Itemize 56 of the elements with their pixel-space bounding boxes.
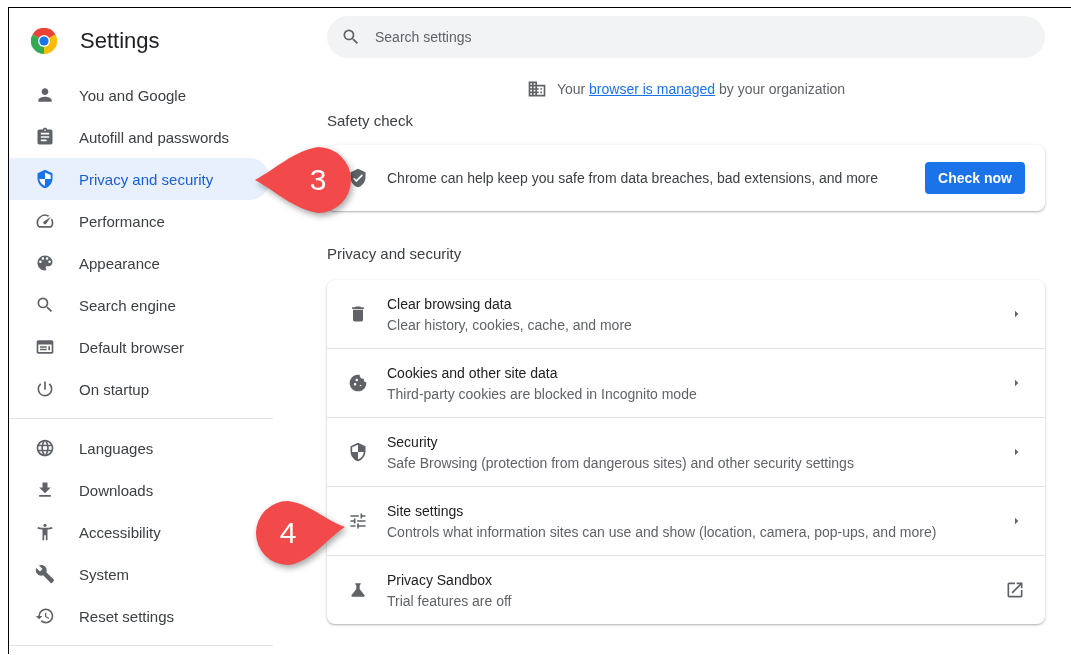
- sidebar-item[interactable]: Languages: [9, 427, 170, 469]
- step-callout: 4: [255, 500, 347, 566]
- check-now-button[interactable]: Check now: [925, 162, 1025, 194]
- managed-notice: Your browser is managed by your organization: [556, 81, 846, 97]
- building-icon: [526, 79, 547, 99]
- page-title: Settings: [80, 28, 160, 54]
- search-icon: [35, 295, 55, 315]
- history-icon: [35, 606, 55, 626]
- flask-icon: [348, 580, 368, 600]
- sliders-icon: [348, 511, 368, 531]
- sidebar-item[interactable]: Reset settings: [9, 595, 191, 637]
- wrench-icon: [35, 564, 55, 584]
- globe-icon: [35, 438, 55, 458]
- row-title: Site settings: [387, 502, 465, 519]
- settings-row[interactable]: Privacy Sandbox Trial features are off: [327, 555, 1045, 624]
- sidebar-item[interactable]: Search engine: [9, 284, 192, 326]
- gauge-icon: [35, 211, 55, 231]
- settings-row[interactable]: Security Safe Browsing (protection from dangerous sites) and other security settings: [327, 417, 1045, 486]
- section-title: Privacy and security: [327, 245, 463, 262]
- shield-icon: [348, 442, 368, 462]
- browser-window-icon: [35, 337, 55, 357]
- sidebar-item[interactable]: Default browser: [9, 326, 201, 368]
- search-icon: [341, 27, 361, 47]
- search-field[interactable]: Search settings: [327, 16, 1045, 58]
- external-link-icon: [1005, 580, 1025, 600]
- managed-link[interactable]: browser is managed: [589, 81, 716, 97]
- row-title: Cookies and other site data: [387, 364, 559, 381]
- accessibility-icon: [35, 522, 55, 542]
- shield-check-icon: [348, 168, 368, 188]
- row-title: Clear browsing data: [387, 295, 513, 312]
- row-subtitle: Safe Browsing (protection from dangerous sites) and other security settings: [387, 454, 855, 471]
- row-subtitle: Controls what information sites can use and show (location, camera, pop-ups, and more): [387, 523, 938, 540]
- section-title: Safety check: [327, 112, 414, 129]
- row-subtitle: Trial features are off: [387, 592, 513, 609]
- sidebar-item[interactable]: Autofill and passwords: [9, 116, 246, 158]
- settings-row[interactable]: Clear browsing data Clear history, cookies, cache, and more: [327, 280, 1045, 348]
- sidebar-item[interactable]: On startup: [9, 368, 166, 410]
- shield-icon: [35, 169, 55, 189]
- sidebar-item[interactable]: Privacy and security: [9, 158, 270, 200]
- row-subtitle: Third-party cookies are blocked in Incognito mode: [387, 385, 698, 402]
- sidebar-item[interactable]: Appearance: [9, 242, 176, 284]
- sidebar-item[interactable]: Performance: [9, 200, 181, 242]
- palette-icon: [35, 253, 55, 273]
- chrome-logo: [31, 28, 57, 54]
- sidebar-item[interactable]: You and Google: [9, 74, 203, 116]
- settings-row[interactable]: Cookies and other site data Third-party cookies are blocked in Incognito mode: [327, 348, 1045, 417]
- row-title: Privacy Sandbox: [387, 571, 494, 588]
- power-icon: [35, 379, 55, 399]
- sidebar-item[interactable]: System: [9, 553, 145, 595]
- sidebar-item[interactable]: Accessibility: [9, 511, 177, 553]
- clipboard-icon: [35, 127, 55, 147]
- sidebar-item[interactable]: Downloads: [9, 469, 170, 511]
- row-title: Security: [387, 433, 439, 450]
- row-subtitle: Clear history, cookies, cache, and more: [387, 316, 633, 333]
- cookie-icon: [348, 373, 368, 393]
- safety-check-text: Chrome can help keep you safe from data breaches, bad extensions, and more: [387, 170, 880, 186]
